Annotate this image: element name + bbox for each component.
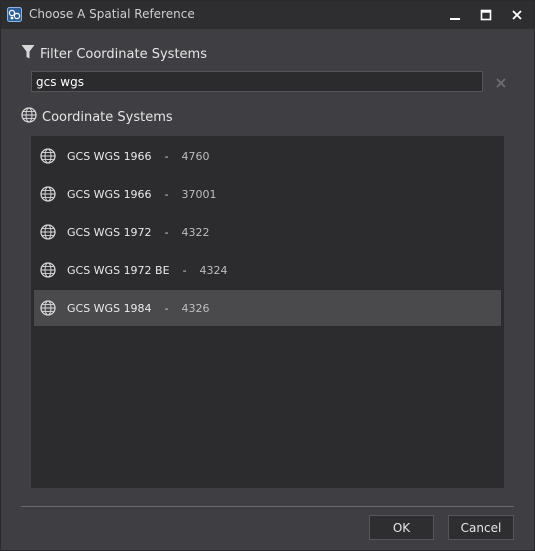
filter-input[interactable] — [31, 71, 483, 92]
list-item[interactable]: GCS WGS 1972 - 4322 — [34, 214, 501, 250]
item-name: GCS WGS 1972 — [67, 225, 152, 239]
close-button[interactable] — [502, 1, 532, 29]
maximize-icon — [480, 9, 492, 21]
minimize-icon — [449, 9, 461, 21]
item-code: 4322 — [181, 225, 210, 239]
title-bar[interactable]: Choose A Spatial Reference — [1, 1, 534, 29]
item-code: 37001 — [181, 187, 217, 201]
item-separator: - — [164, 187, 169, 201]
list-item[interactable]: GCS WGS 1966 - 4760 — [34, 138, 501, 174]
minimize-button[interactable] — [440, 1, 470, 29]
app-icon — [7, 7, 22, 22]
item-separator: - — [164, 149, 169, 163]
maximize-button[interactable] — [471, 1, 501, 29]
item-name: GCS WGS 1972 BE — [67, 263, 170, 277]
ok-button[interactable]: OK — [369, 515, 434, 540]
filter-section-header: Filter Coordinate Systems — [21, 45, 207, 63]
list-item[interactable]: GCS WGS 1972 BE - 4324 — [34, 252, 501, 288]
globe-icon — [40, 148, 56, 164]
clear-icon — [496, 73, 506, 92]
item-name: GCS WGS 1966 — [67, 149, 152, 163]
list-item[interactable]: GCS WGS 1966 - 37001 — [34, 176, 501, 212]
item-separator: - — [164, 301, 169, 315]
item-code: 4326 — [181, 301, 210, 315]
item-code: 4760 — [181, 149, 210, 163]
globe-icon — [40, 186, 56, 202]
globe-icon — [40, 224, 56, 240]
item-separator: - — [164, 225, 169, 239]
coordinate-systems-list[interactable]: GCS WGS 1966 - 4760 GCS WGS 1966 - 37001… — [31, 136, 504, 488]
close-icon — [511, 9, 523, 21]
dialog-window: Choose A Spatial Reference Filter Coordi… — [0, 0, 535, 551]
coordinate-systems-label: Coordinate Systems — [42, 109, 173, 125]
clear-filter-button[interactable] — [492, 73, 510, 91]
item-separator: - — [182, 263, 187, 277]
globe-icon — [40, 262, 56, 278]
coordinate-systems-header: Coordinate Systems — [21, 107, 173, 127]
window-title: Choose A Spatial Reference — [29, 7, 195, 21]
item-name: GCS WGS 1984 — [67, 301, 152, 315]
filter-label: Filter Coordinate Systems — [40, 46, 207, 62]
item-code: 4324 — [199, 263, 228, 277]
cancel-button[interactable]: Cancel — [448, 515, 514, 540]
item-name: GCS WGS 1966 — [67, 187, 152, 201]
footer-divider — [21, 506, 514, 507]
filter-icon — [21, 44, 35, 64]
list-item[interactable]: GCS WGS 1984 - 4326 — [34, 290, 501, 326]
globe-icon — [40, 300, 56, 316]
globe-icon — [21, 107, 37, 127]
